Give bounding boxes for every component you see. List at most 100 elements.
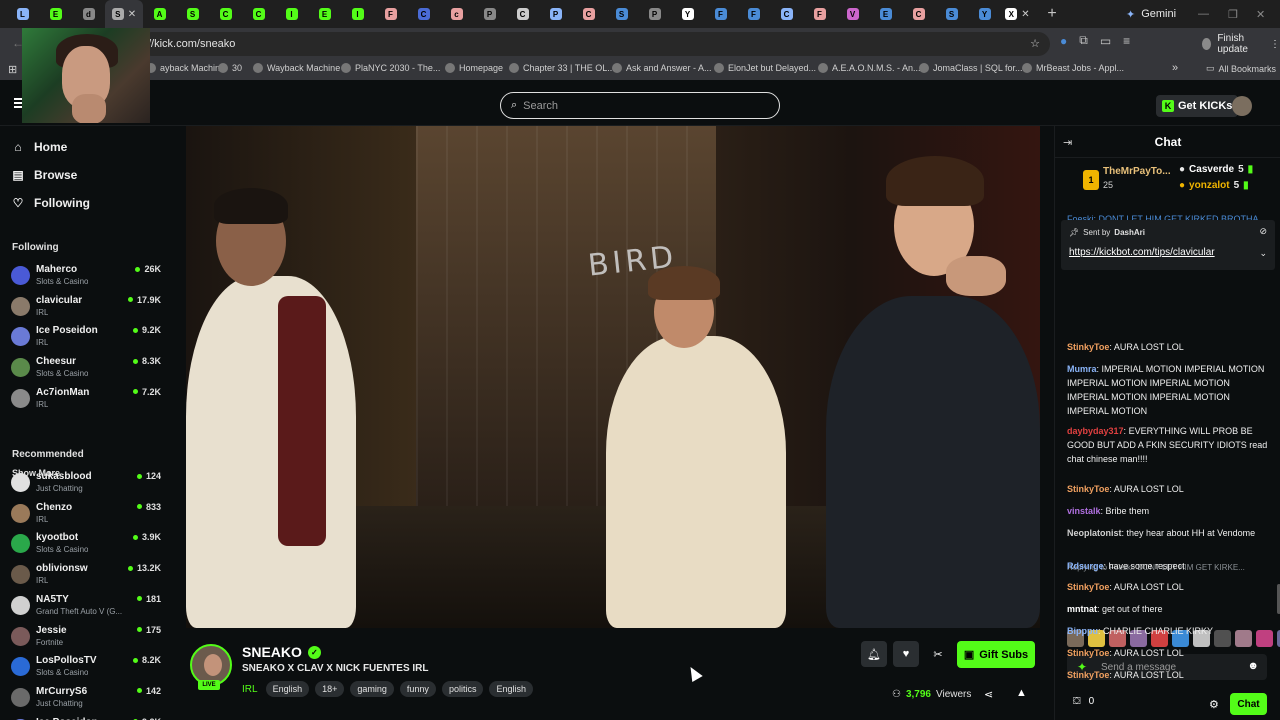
stream-tag[interactable]: English — [489, 681, 533, 697]
chat-username[interactable]: Bipppu — [1067, 626, 1098, 636]
browser-tab[interactable]: Y — [968, 0, 1001, 28]
channel-points[interactable]: ⛋ 0 — [1073, 696, 1094, 707]
send-chat-button[interactable]: Chat — [1230, 693, 1267, 715]
browser-tab[interactable]: F — [737, 0, 770, 28]
bookmark-item[interactable]: Chapter 33 | THE OL... — [509, 63, 615, 73]
browser-tab[interactable]: d — [72, 0, 105, 28]
profile-avatar[interactable] — [1202, 38, 1212, 50]
screen-icon[interactable]: ▭ — [1100, 34, 1111, 48]
bookmark-item[interactable]: Homepage — [445, 63, 503, 73]
chat-username[interactable]: StinkyToe — [1067, 342, 1109, 352]
bookmark-item[interactable]: JomaClass | SQL for... — [919, 63, 1023, 73]
browser-tab[interactable]: Y — [671, 0, 704, 28]
stream-tag[interactable]: politics — [441, 681, 484, 697]
chat-username[interactable]: Rdsurge — [1067, 561, 1104, 571]
browser-tab[interactable]: E — [308, 0, 341, 28]
leaderboard-third[interactable]: ● yonzalot 5 ▮ — [1179, 180, 1249, 191]
kebab-menu-icon[interactable]: ⋮ — [1270, 39, 1280, 50]
bookmark-item[interactable]: Ask and Answer - A... — [612, 63, 712, 73]
tab-close-icon[interactable]: ✕ — [128, 9, 136, 20]
apps-icon[interactable]: ⊞ — [8, 63, 17, 76]
finish-update-button[interactable]: Finish update ⋮ — [1202, 33, 1280, 55]
chat-username[interactable]: StinkyToe — [1067, 484, 1109, 494]
channel-item[interactable]: Jessie Fortnite 175 — [11, 624, 161, 650]
extension-icon[interactable]: ● — [1060, 34, 1067, 48]
nav-home[interactable]: ⌂ Home — [12, 140, 67, 154]
bookmark-item[interactable]: PlaNYC 2030 - The... — [341, 63, 440, 73]
chat-username[interactable]: Neoplatonist — [1067, 528, 1122, 538]
browser-tab[interactable]: F — [374, 0, 407, 28]
url-field[interactable]: //kick.com/sneako ☆ — [140, 32, 1050, 56]
browser-tab[interactable]: I — [275, 0, 308, 28]
channel-item[interactable]: clavicular IRL 17.9K — [11, 294, 161, 320]
bookmark-item[interactable]: ElonJet but Delayed... — [714, 63, 816, 73]
chat-username[interactable]: StinkyToe — [1067, 582, 1109, 592]
stream-category[interactable]: IRL — [242, 684, 258, 695]
video-player[interactable]: BIRD — [186, 126, 1040, 628]
unpin-icon[interactable]: ⊘ — [1259, 226, 1267, 237]
browser-tab[interactable]: E — [869, 0, 902, 28]
browser-tab[interactable]: C — [242, 0, 275, 28]
browser-tab[interactable]: F — [704, 0, 737, 28]
browser-tab[interactable]: P — [473, 0, 506, 28]
media-icon[interactable]: ≡ — [1123, 34, 1130, 48]
browser-tab[interactable]: P — [638, 0, 671, 28]
puzzle-icon[interactable]: ⧉ — [1079, 33, 1088, 48]
channel-item[interactable]: oblivionsw IRL 13.2K — [11, 562, 161, 588]
user-avatar[interactable] — [1232, 96, 1252, 116]
chat-settings-icon[interactable]: ⚙ — [1209, 698, 1219, 711]
browser-tab[interactable]: A — [143, 0, 176, 28]
stream-tag[interactable]: gaming — [350, 681, 394, 697]
leaderboard-second[interactable]: ● Casverde 5 ▮ — [1179, 164, 1253, 175]
restore-icon[interactable]: ❐ — [1228, 0, 1238, 28]
browser-tab[interactable]: S — [605, 0, 638, 28]
pinned-link[interactable]: https://kickbot.com/tips/clavicular — [1069, 247, 1215, 258]
notification-bell-icon[interactable]: 🔔︎ — [861, 641, 887, 667]
report-icon[interactable]: ▲ — [1016, 687, 1027, 699]
bookmark-item[interactable]: A.E.A.O.N.M.S. - An... — [818, 63, 921, 73]
browser-tab[interactable]: c — [440, 0, 473, 28]
bookmark-item[interactable]: ayback Machine — [146, 63, 225, 73]
browser-tab[interactable]: F — [803, 0, 836, 28]
channel-item[interactable]: kyootbot Slots & Casino 3.9K — [11, 531, 161, 557]
bookmark-item[interactable]: Wayback Machine — [253, 63, 340, 73]
browser-tab[interactable]: C — [770, 0, 803, 28]
chat-username[interactable]: daybyday317 — [1067, 426, 1124, 436]
leaderboard-first-name[interactable]: TheMrPayTo... — [1103, 166, 1171, 177]
bookmark-item[interactable]: 30 — [218, 63, 242, 73]
browser-tab[interactable]: S — [176, 0, 209, 28]
gemini-button[interactable]: ✦ Gemini — [1116, 4, 1186, 24]
channel-item[interactable]: NA5TY Grand Theft Auto V (G... 181 — [11, 593, 161, 619]
tab-close-icon[interactable]: ✕ — [1021, 9, 1029, 20]
new-tab-button[interactable]: + — [1038, 0, 1066, 28]
browser-tab[interactable]: L — [6, 0, 39, 28]
browser-tab[interactable]: C — [902, 0, 935, 28]
stream-tag[interactable]: 18+ — [315, 681, 345, 697]
search-input[interactable]: ⌕ Search — [500, 92, 780, 119]
browser-tab[interactable]: I — [341, 0, 374, 28]
clip-icon[interactable]: ✂︎ — [925, 641, 951, 667]
browser-tab[interactable]: C — [407, 0, 440, 28]
channel-item[interactable]: MrCurryS6 Just Chatting 142 — [11, 685, 161, 711]
bookmark-star-icon[interactable]: ☆ — [1030, 37, 1040, 50]
stream-tag[interactable]: funny — [399, 681, 436, 697]
gift-subs-button[interactable]: ▣ Gift Subs — [957, 641, 1035, 668]
browser-tab[interactable]: X ✕ — [1001, 0, 1034, 28]
channel-item[interactable]: Cheesur Slots & Casino 8.3K — [11, 355, 161, 381]
chat-username[interactable]: Mumra — [1067, 364, 1097, 374]
pinned-message[interactable]: 📌︎ Sent by DashAri https://kickbot.com/t… — [1061, 220, 1275, 270]
browser-tab[interactable]: C — [209, 0, 242, 28]
bookmark-item[interactable]: MrBeast Jobs - Appl... — [1022, 63, 1124, 73]
browser-tab[interactable]: P — [539, 0, 572, 28]
minimize-icon[interactable]: — — [1198, 0, 1209, 28]
all-bookmarks[interactable]: ▭ All Bookmarks — [1206, 63, 1276, 74]
close-window-icon[interactable]: ✕ — [1256, 0, 1265, 28]
browser-tab[interactable]: V — [836, 0, 869, 28]
chat-username[interactable]: vinstalk — [1067, 506, 1101, 516]
channel-item[interactable]: Ice Poseidon IRL 9.2K — [11, 324, 161, 350]
browser-tab[interactable]: E — [39, 0, 72, 28]
chat-username[interactable]: StinkyToe — [1067, 670, 1109, 680]
channel-item[interactable]: LosPollosTV Slots & Casino 8.2K — [11, 654, 161, 680]
nav-browse[interactable]: ▤ Browse — [12, 168, 77, 182]
channel-item[interactable]: Ice Poseidon 9.2K — [11, 716, 161, 720]
